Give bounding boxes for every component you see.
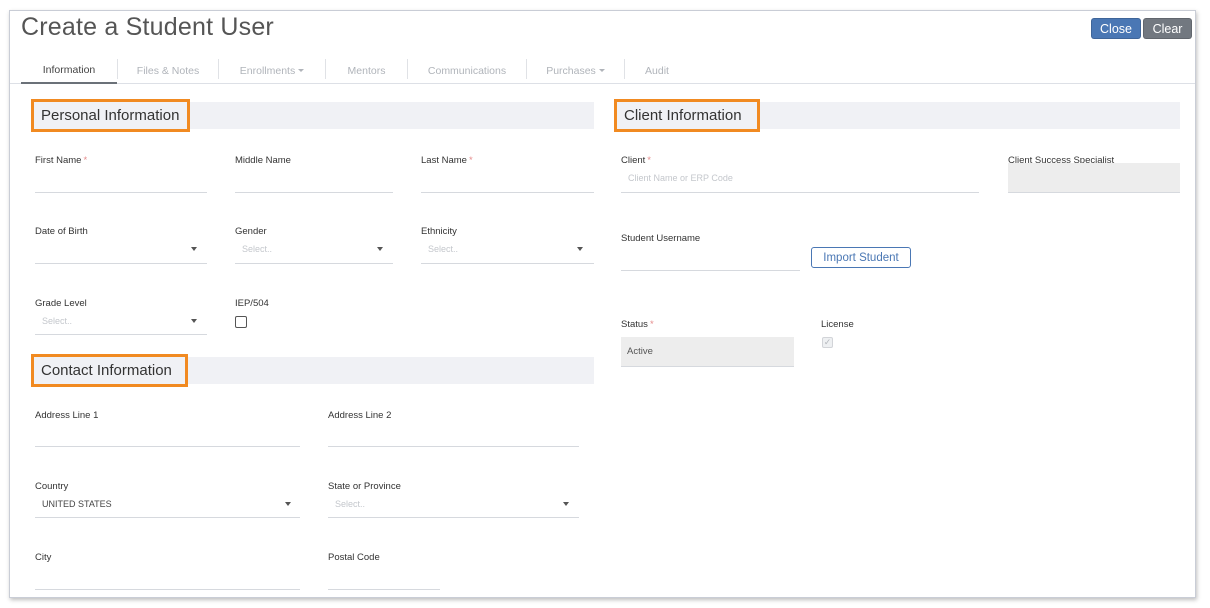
tab-information[interactable]: Information: [21, 57, 117, 84]
grade-level-label: Grade Level: [35, 298, 87, 309]
first-name-input[interactable]: [35, 192, 207, 193]
dob-label: Date of Birth: [35, 226, 88, 237]
page-header: Create a Student User Close Clear Inform…: [10, 11, 1195, 84]
caret-down-icon: [191, 319, 197, 323]
tab-purchases[interactable]: Purchases: [527, 57, 624, 84]
middle-name-label: Middle Name: [235, 155, 291, 166]
caret-down-icon: [577, 247, 583, 251]
license-checkbox: ✓: [822, 337, 833, 348]
close-button[interactable]: Close: [1091, 18, 1141, 39]
caret-down-icon: [191, 247, 197, 251]
client-section-title: Client Information: [614, 99, 760, 132]
client-input[interactable]: [621, 192, 979, 193]
client-label: Client *: [621, 155, 651, 166]
gender-placeholder: Select..: [242, 244, 273, 254]
tab-communications[interactable]: Communications: [408, 57, 526, 84]
status-label: Status *: [621, 319, 654, 330]
information-panel: Personal Information First Name * Middle …: [10, 85, 1195, 597]
tab-audit[interactable]: Audit: [625, 57, 689, 84]
css-field: [1008, 163, 1180, 193]
iep-label: IEP/504: [235, 298, 269, 309]
caret-down-icon: [598, 69, 605, 72]
caret-down-icon: [285, 502, 291, 506]
ethnicity-select[interactable]: [421, 263, 594, 264]
address2-input[interactable]: [328, 446, 579, 447]
caret-down-icon: [377, 247, 383, 251]
client-placeholder: Client Name or ERP Code: [628, 173, 733, 183]
postal-input[interactable]: [328, 589, 440, 590]
check-icon: ✓: [823, 337, 832, 347]
grade-level-select[interactable]: [35, 334, 207, 335]
country-label: Country: [35, 481, 69, 492]
last-name-label: Last Name *: [421, 155, 473, 166]
country-value: UNITED STATES: [42, 499, 112, 509]
grade-level-placeholder: Select..: [42, 316, 73, 326]
status-field: Active: [621, 337, 794, 367]
personal-section-title: Personal Information: [31, 99, 190, 132]
city-input[interactable]: [35, 589, 300, 590]
state-label: State or Province: [328, 481, 401, 492]
page-title: Create a Student User: [21, 13, 274, 41]
license-label: License: [821, 319, 854, 330]
tab-mentors[interactable]: Mentors: [326, 57, 407, 84]
ethnicity-placeholder: Select..: [428, 244, 459, 254]
city-label: City: [35, 552, 52, 563]
caret-down-icon: [563, 502, 569, 506]
ethnicity-label: Ethnicity: [421, 226, 457, 237]
contact-section-title: Contact Information: [31, 354, 188, 387]
tab-enrollments[interactable]: Enrollments: [219, 57, 325, 84]
create-student-window: Create a Student User Close Clear Inform…: [9, 10, 1196, 598]
caret-down-icon: [298, 69, 305, 72]
clear-button[interactable]: Clear: [1143, 18, 1192, 39]
gender-select[interactable]: [235, 263, 393, 264]
address1-input[interactable]: [35, 446, 300, 447]
username-input[interactable]: [621, 270, 800, 271]
state-placeholder: Select..: [335, 499, 366, 509]
username-label: Student Username: [621, 233, 701, 244]
gender-label: Gender: [235, 226, 267, 237]
middle-name-input[interactable]: [235, 192, 393, 193]
tab-files-notes[interactable]: Files & Notes: [118, 57, 218, 84]
country-select[interactable]: [35, 517, 300, 518]
tab-bar: Information Files & Notes Enrollments Me…: [21, 57, 689, 84]
postal-label: Postal Code: [328, 552, 380, 563]
import-student-button[interactable]: Import Student: [811, 247, 911, 268]
first-name-label: First Name *: [35, 155, 88, 166]
dob-select[interactable]: [35, 263, 207, 264]
address1-label: Address Line 1: [35, 410, 99, 421]
last-name-input[interactable]: [421, 192, 594, 193]
iep-checkbox[interactable]: [235, 316, 247, 328]
address2-label: Address Line 2: [328, 410, 392, 421]
state-select[interactable]: [328, 517, 579, 518]
